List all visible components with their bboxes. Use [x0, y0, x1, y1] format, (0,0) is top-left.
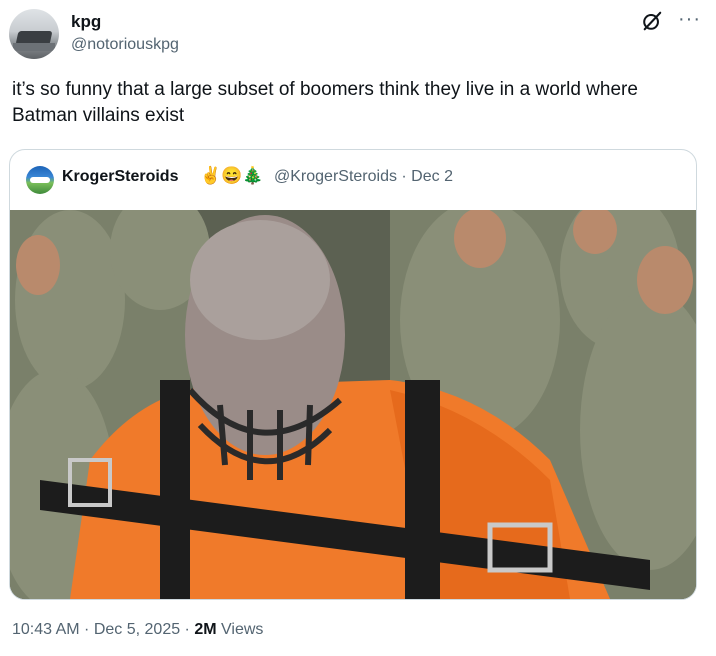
- quoted-meta[interactable]: @KrogerSteroids · Dec 2: [274, 168, 453, 186]
- more-icon[interactable]: ···: [678, 8, 701, 31]
- quoted-tweet[interactable]: KrogerSteroids ✌️😄🎄 @KrogerSteroids · De…: [9, 149, 697, 600]
- tweet-footer: 10:43 AM · Dec 5, 2025 · 2M Views: [12, 621, 263, 639]
- photo-media[interactable]: [10, 210, 696, 599]
- quoted-emojis: ✌️😄🎄: [200, 166, 264, 185]
- post-date[interactable]: Dec 5, 2025: [94, 621, 180, 638]
- separator: ·: [180, 621, 195, 638]
- quoted-avatar[interactable]: [26, 166, 54, 194]
- photo-illustration: [10, 210, 696, 599]
- author-handle[interactable]: @notoriouskpg: [71, 36, 179, 54]
- tweet-text: it’s so funny that a large subset of boo…: [12, 79, 638, 126]
- author-name[interactable]: kpg: [71, 12, 101, 32]
- quoted-name[interactable]: KrogerSteroids: [62, 168, 178, 186]
- views-count[interactable]: 2M: [194, 621, 216, 638]
- post-time[interactable]: 10:43 AM: [12, 621, 80, 638]
- author-avatar[interactable]: [9, 9, 59, 59]
- grok-icon[interactable]: [641, 10, 663, 32]
- views-label: Views: [216, 621, 264, 638]
- separator: ·: [79, 621, 94, 638]
